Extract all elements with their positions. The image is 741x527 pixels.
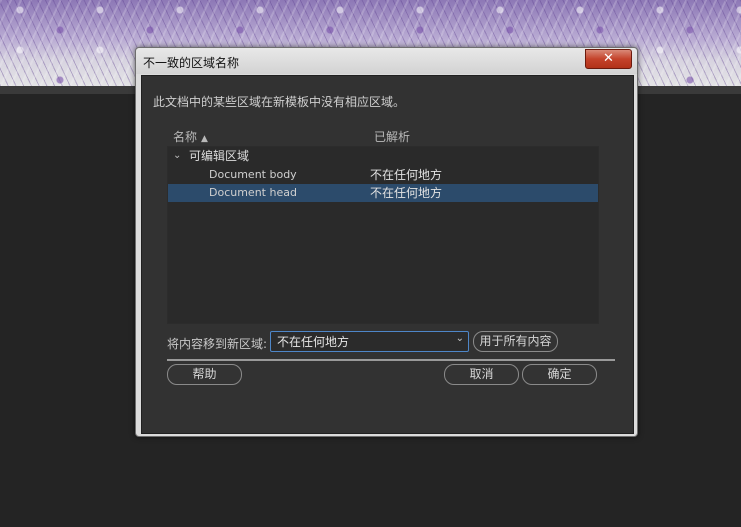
dialog-titlebar[interactable]: 不一致的区域名称 ✕ — [136, 48, 637, 74]
move-content-label: 将内容移到新区域: — [167, 337, 268, 351]
region-name: Document body — [209, 168, 297, 181]
column-name-label: 名称 — [173, 130, 198, 144]
close-button[interactable]: ✕ — [585, 49, 632, 69]
tree-row[interactable]: Document body 不在任何地方 — [168, 166, 598, 184]
inconsistent-region-names-dialog: 不一致的区域名称 ✕ 此文档中的某些区域在新模板中没有相应区域。 名称 ▲ 已解析… — [135, 47, 638, 437]
region-resolved: 不在任何地方 — [370, 186, 443, 200]
apply-to-all-button[interactable]: 用于所有内容 — [473, 331, 558, 352]
dialog-title: 不一致的区域名称 — [143, 56, 240, 70]
help-button[interactable]: 帮助 — [167, 364, 242, 385]
column-header-resolved[interactable]: 已解析 — [374, 128, 410, 145]
dialog-description: 此文档中的某些区域在新模板中没有相应区域。 — [153, 95, 406, 109]
chevron-down-icon[interactable]: ⌄ — [173, 147, 181, 165]
new-region-selected-value: 不在任何地方 — [277, 335, 350, 349]
regions-tree: ⌄ 可编辑区域 Document body 不在任何地方 Document he… — [167, 146, 599, 324]
tree-group-label: 可编辑区域 — [189, 149, 250, 163]
chevron-down-icon: ⌄ — [455, 333, 464, 344]
column-header-name[interactable]: 名称 ▲ — [173, 128, 208, 145]
tree-group-editable-regions[interactable]: ⌄ 可编辑区域 — [168, 147, 598, 165]
tree-row-selected[interactable]: Document head 不在任何地方 — [168, 184, 598, 202]
close-icon: ✕ — [603, 51, 614, 66]
divider — [167, 359, 615, 361]
cancel-button[interactable]: 取消 — [444, 364, 519, 385]
dialog-content: 此文档中的某些区域在新模板中没有相应区域。 名称 ▲ 已解析 ⌄ 可编辑区域 Do… — [141, 75, 634, 434]
sort-ascending-icon: ▲ — [201, 134, 208, 144]
region-resolved: 不在任何地方 — [370, 168, 443, 182]
region-name: Document head — [209, 186, 297, 199]
new-region-dropdown[interactable]: 不在任何地方 ⌄ — [270, 331, 469, 352]
ok-button[interactable]: 确定 — [522, 364, 597, 385]
